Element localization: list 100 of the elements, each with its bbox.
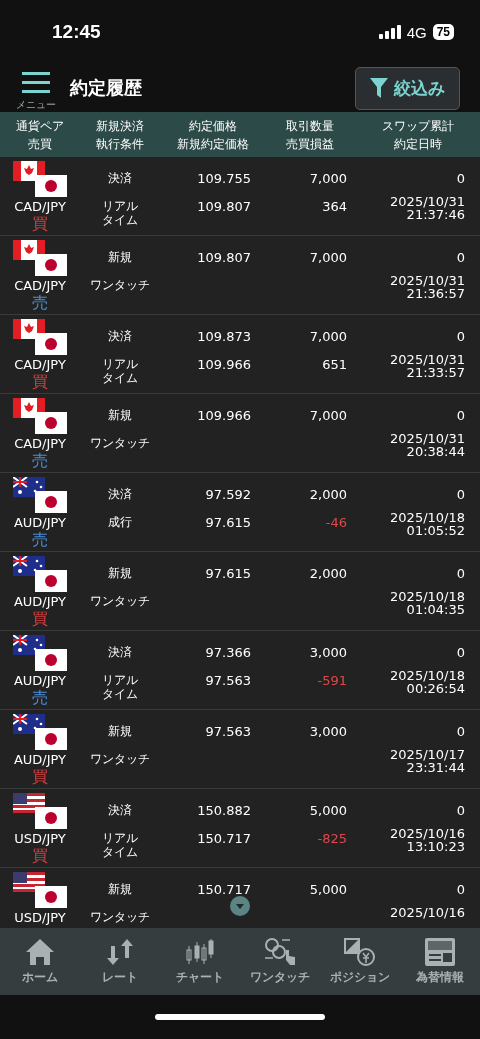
- execution-condition: リアル タイム: [102, 673, 138, 701]
- newspaper-icon: [425, 938, 455, 966]
- swap-value: 0: [456, 328, 465, 344]
- column-header: 執行条件: [96, 135, 144, 153]
- flag-pair-icon: [13, 477, 67, 515]
- swap-value: 0: [456, 802, 465, 818]
- currency-pair: CAD/JPY: [14, 199, 66, 214]
- flag-pair-icon: [13, 714, 67, 752]
- tab-bar-item[interactable]: ワンタッチ: [240, 928, 320, 995]
- column-header: スワップ累計: [381, 117, 454, 135]
- menu-button[interactable]: メニュー: [12, 64, 60, 112]
- execution-condition: ワンタッチ: [90, 910, 150, 924]
- tab-bar-item[interactable]: ホーム: [0, 928, 80, 995]
- trade-type: 決済: [108, 486, 132, 502]
- price-value: 109.755: [197, 170, 251, 186]
- trade-side: 売: [32, 293, 48, 313]
- price-value: 150.882: [197, 802, 251, 818]
- flag-pair-icon: [13, 161, 67, 199]
- price-value: 97.615: [205, 565, 251, 581]
- quantity-value: 2,000: [309, 486, 347, 502]
- quantity-value: 7,000: [309, 328, 347, 344]
- trade-side: 売: [32, 530, 48, 550]
- candlestick-icon: [185, 938, 215, 966]
- trade-datetime: 2025/10/18 00:26:54: [390, 669, 465, 695]
- network-label: 4G: [406, 23, 427, 41]
- signal-icon: [378, 25, 401, 39]
- trade-datetime: 2025/10/31 21:37:46: [390, 195, 465, 221]
- tab-bar-item[interactable]: 為替情報: [400, 928, 480, 995]
- trade-type: 決済: [108, 170, 132, 186]
- flag-pair-icon: [13, 398, 67, 436]
- scroll-down-icon[interactable]: [230, 896, 250, 916]
- trade-side: 買: [32, 372, 48, 392]
- swap-value: 0: [456, 407, 465, 423]
- currency-pair: CAD/JPY: [14, 436, 66, 451]
- trade-side: 売: [32, 688, 48, 708]
- currency-pair: CAD/JPY: [14, 278, 66, 293]
- swap-value: 0: [456, 644, 465, 660]
- quantity-value: 5,000: [309, 881, 347, 897]
- column-header: 新規約定価格: [176, 135, 249, 153]
- profit-loss-value: -46: [325, 515, 347, 530]
- status-time: 12:45: [52, 21, 101, 43]
- currency-pair: CAD/JPY: [14, 357, 66, 372]
- trade-type: 新規: [108, 249, 132, 265]
- price-value: 109.807: [197, 249, 251, 265]
- currency-pair: USD/JPY: [14, 831, 66, 846]
- trade-side: 買: [32, 767, 48, 787]
- currency-pair: AUD/JPY: [13, 752, 67, 767]
- currency-pair: AUD/JPY: [13, 515, 67, 530]
- trade-datetime: 2025/10/18 01:05:52: [390, 511, 465, 537]
- trade-type: 決済: [108, 802, 132, 818]
- column-header: 新規決済: [96, 117, 144, 135]
- price-value: 97.563: [205, 723, 251, 739]
- trade-type: 新規: [108, 565, 132, 581]
- trade-type: 決済: [108, 328, 132, 344]
- quantity-value: 7,000: [309, 249, 347, 265]
- swap-value: 0: [456, 486, 465, 502]
- trade-type: 新規: [108, 881, 132, 897]
- profit-loss-value: -591: [317, 673, 347, 688]
- execution-condition: ワンタッチ: [90, 278, 150, 292]
- trade-datetime: 2025/10/31 20:38:44: [390, 432, 465, 458]
- home-icon: [25, 938, 55, 966]
- flag-pair-icon: [13, 556, 67, 594]
- trade-type: 新規: [108, 723, 132, 739]
- column-header: 約定価格: [188, 117, 237, 135]
- open-price-value: 109.807: [197, 199, 251, 214]
- trade-datetime: 2025/10/16 13:10:23: [390, 827, 465, 853]
- trade-datetime: 2025/10/31 21:33:57: [390, 353, 465, 379]
- coins-hand-icon: [264, 938, 296, 966]
- tab-bar-item[interactable]: ポジション: [320, 928, 400, 995]
- currency-pair: AUD/JPY: [13, 673, 67, 688]
- tab-bar-item[interactable]: レート: [80, 928, 160, 995]
- flag-pair-icon: [13, 319, 67, 357]
- flag-pair-icon: [13, 793, 67, 831]
- trade-datetime: 2025/10/18 01:04:35: [390, 590, 465, 616]
- column-header: 取引数量: [286, 117, 334, 135]
- price-value: 109.873: [197, 328, 251, 344]
- tab-bar-item[interactable]: チャート: [160, 928, 240, 995]
- up-down-arrows-icon: [105, 938, 135, 966]
- swap-value: 0: [456, 881, 465, 897]
- menu-icon[interactable]: [22, 72, 50, 94]
- flag-pair-icon: [13, 872, 67, 910]
- currency-pair: AUD/JPY: [13, 594, 67, 609]
- trade-type: 新規: [108, 407, 132, 423]
- open-price-value: 150.717: [197, 831, 251, 846]
- swap-value: 0: [456, 249, 465, 265]
- position-icon: [344, 938, 376, 966]
- filter-icon: [370, 78, 388, 98]
- trade-side: 買: [32, 846, 48, 866]
- flag-pair-icon: [13, 635, 67, 673]
- profit-loss-value: -825: [317, 831, 347, 846]
- price-value: 97.592: [205, 486, 251, 502]
- filter-button[interactable]: 絞込み: [355, 66, 460, 110]
- execution-condition: ワンタッチ: [90, 752, 150, 766]
- swap-value: 0: [456, 565, 465, 581]
- battery-level: 75: [432, 24, 454, 40]
- column-header: 売買損益: [286, 135, 334, 153]
- profit-loss-value: 364: [322, 199, 347, 214]
- currency-pair: USD/JPY: [14, 910, 66, 925]
- flag-pair-icon: [13, 240, 67, 278]
- execution-condition: 成行: [108, 515, 132, 529]
